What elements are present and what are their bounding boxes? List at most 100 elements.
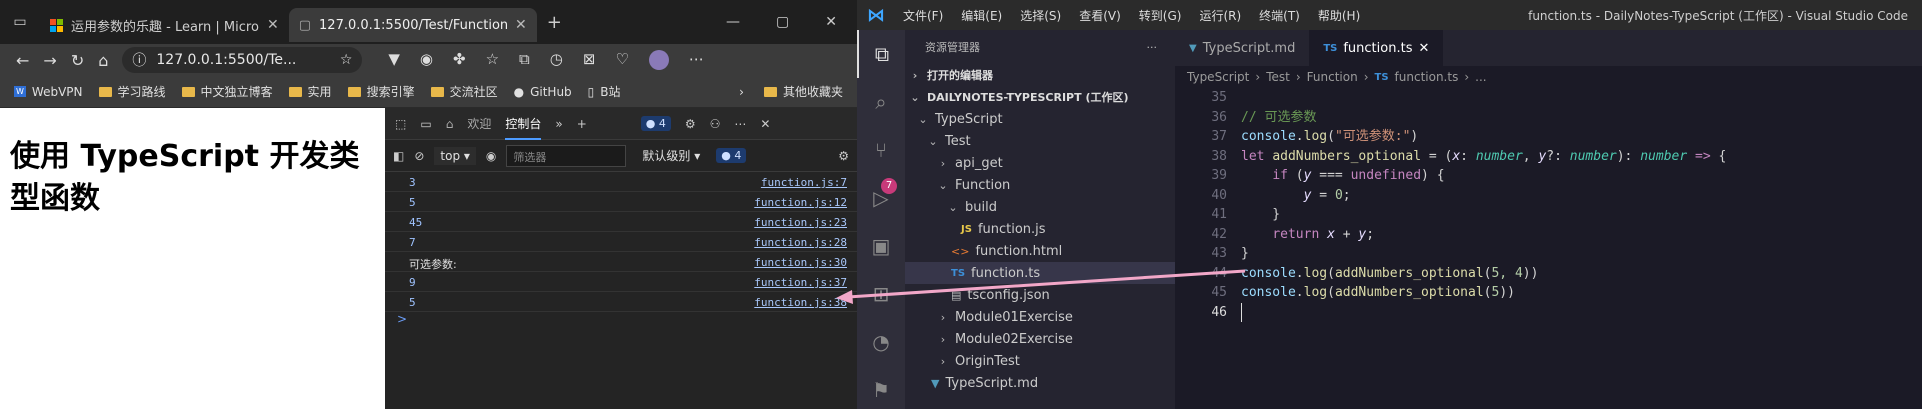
more-actions-icon[interactable]: ···: [1147, 41, 1158, 54]
menu-item[interactable]: 选择(S): [1020, 7, 1061, 24]
tree-item[interactable]: › OriginTest: [905, 350, 1175, 372]
browser-tab-active[interactable]: ▢ 127.0.0.1:5500/Test/Function/fun ✕: [288, 8, 537, 42]
tab-actions-icon[interactable]: ▭: [0, 14, 40, 30]
filter-input[interactable]: 筛选器: [506, 144, 627, 167]
breadcrumb-item[interactable]: Function: [1307, 70, 1358, 84]
tree-item[interactable]: ⌄ Test: [905, 130, 1175, 152]
favorites-icon[interactable]: ☆: [486, 50, 499, 70]
breadcrumb-item[interactable]: ...: [1475, 70, 1486, 84]
menu-item[interactable]: 终端(T): [1259, 7, 1300, 24]
log-source-link[interactable]: function.js:30: [754, 256, 847, 269]
add-tab-icon[interactable]: +: [577, 117, 587, 131]
log-source-link[interactable]: function.js:38: [754, 296, 847, 309]
tree-item[interactable]: › Module02Exercise: [905, 328, 1175, 350]
extensions-icon[interactable]: ⊞: [857, 270, 905, 318]
source-control-icon[interactable]: ⑂: [857, 126, 905, 174]
new-tab-icon[interactable]: +: [547, 12, 562, 33]
more-icon[interactable]: ⋯: [734, 117, 746, 131]
log-source-link[interactable]: function.js:28: [754, 236, 847, 249]
open-editors-section[interactable]: › 打开的编辑器: [905, 64, 1175, 86]
context-select[interactable]: top ▾: [434, 146, 476, 165]
log-source-link[interactable]: function.js:23: [754, 216, 847, 229]
puzzle-icon[interactable]: ✤: [453, 50, 466, 70]
tree-item[interactable]: JS function.js: [905, 218, 1175, 240]
bookmark-item[interactable]: 中文独立博客: [181, 83, 273, 100]
close-icon[interactable]: ✕: [267, 17, 279, 33]
menu-item[interactable]: 转到(G): [1139, 7, 1182, 24]
bookmark-item[interactable]: ● GitHub: [514, 85, 572, 99]
info-icon[interactable]: ⓘ: [132, 50, 146, 70]
avatar[interactable]: [648, 50, 669, 70]
editor-tab[interactable]: ▼ TypeScript.md: [1175, 30, 1309, 66]
connect-icon[interactable]: ⚇: [710, 117, 721, 131]
menu-item[interactable]: 运行(R): [1199, 7, 1241, 24]
tree-item[interactable]: ⌄ build: [905, 196, 1175, 218]
bookmark-item[interactable]: 搜索引擎: [347, 83, 415, 100]
level-select[interactable]: 默认级别 ▾: [636, 145, 706, 166]
device-icon[interactable]: ▭: [420, 117, 431, 131]
close-icon[interactable]: ✕: [1418, 41, 1429, 56]
menu-item[interactable]: 文件(F): [903, 7, 943, 24]
tree-item[interactable]: › Module01Exercise: [905, 306, 1175, 328]
tree-item[interactable]: › api_get: [905, 152, 1175, 174]
bookmark-item[interactable]: ▯ B站: [588, 83, 621, 100]
log-source-link[interactable]: function.js:12: [754, 196, 847, 209]
browser-tab[interactable]: 运用参数的乐趣 - Learn | Microsoft ✕: [40, 8, 289, 42]
breadcrumb-item[interactable]: function.ts: [1395, 70, 1459, 84]
log-source-link[interactable]: function.js:7: [761, 176, 847, 189]
tree-item[interactable]: <> function.html: [905, 240, 1175, 262]
add-favorite-icon[interactable]: ☆: [340, 52, 353, 68]
screenshot-icon[interactable]: ⊠: [583, 50, 596, 70]
git-graph-icon[interactable]: ◔: [857, 318, 905, 366]
editor-tab-active[interactable]: TS function.ts ✕: [1309, 30, 1444, 66]
bookmark-item[interactable]: › 其他收藏夹: [739, 83, 857, 100]
minimize-icon[interactable]: —: [726, 14, 740, 30]
close-icon[interactable]: ✕: [515, 17, 527, 33]
vue-extension-icon[interactable]: ▼: [388, 50, 400, 70]
breadcrumb-item[interactable]: TypeScript: [1187, 70, 1249, 84]
console-prompt[interactable]: >: [385, 312, 857, 326]
close-window-icon[interactable]: ✕: [825, 14, 837, 30]
bookmark-item[interactable]: 学习路线: [98, 83, 166, 100]
bookmark-item[interactable]: 交流社区: [430, 83, 498, 100]
issues-badge[interactable]: ● 4: [640, 116, 671, 131]
forward-icon[interactable]: →: [43, 51, 56, 70]
menu-item[interactable]: 帮助(H): [1318, 7, 1360, 24]
log-source-link[interactable]: function.js:37: [754, 276, 847, 289]
bookmark-item[interactable]: 实用: [288, 83, 332, 100]
tree-item[interactable]: ▤ tsconfig.json: [905, 284, 1175, 306]
refresh-icon[interactable]: ↻: [71, 51, 84, 70]
extension-icon[interactable]: ◉: [420, 50, 433, 70]
collections-icon[interactable]: ⧉: [519, 50, 530, 70]
history-icon[interactable]: ◷: [550, 50, 563, 70]
tree-item[interactable]: ⌄ Function: [905, 174, 1175, 196]
workspace-section[interactable]: ⌄ DAILYNOTES-TYPESCRIPT (工作区): [905, 86, 1175, 108]
inspect-icon[interactable]: ⬚: [395, 117, 406, 131]
sidebar-toggle-icon[interactable]: ◧: [393, 149, 404, 163]
issues-badge[interactable]: ● 4: [716, 148, 747, 163]
code-editor[interactable]: 35 36 // 可选参数 37 console. log("可选参数:") 38 le…: [1175, 88, 1922, 322]
more-tabs-icon[interactable]: »: [555, 117, 562, 131]
bookmark-icon[interactable]: ⚑: [857, 366, 905, 409]
tab-console[interactable]: 控制台: [505, 115, 542, 140]
tree-item[interactable]: ⌄ TypeScript: [905, 108, 1175, 130]
more-icon[interactable]: ⋯: [689, 50, 704, 70]
browser-essentials-icon[interactable]: ♡: [615, 50, 628, 70]
close-icon[interactable]: ✕: [760, 117, 770, 131]
search-icon[interactable]: ⌕: [857, 78, 905, 126]
console-settings-gear-icon[interactable]: ⚙: [838, 149, 857, 163]
clear-console-icon[interactable]: ⊘: [414, 149, 424, 163]
tree-item[interactable]: ▼ TypeScript.md: [905, 372, 1175, 394]
tab-welcome[interactable]: 欢迎: [467, 115, 491, 132]
menu-item[interactable]: 查看(V): [1079, 7, 1121, 24]
settings-gear-icon[interactable]: ⚙: [685, 117, 696, 131]
maximize-icon[interactable]: ▢: [776, 14, 789, 30]
menu-item[interactable]: 编辑(E): [961, 7, 1002, 24]
bookmark-item[interactable]: W WebVPN: [14, 85, 83, 99]
address-bar[interactable]: ⓘ 127.0.0.1:5500/Te... ☆: [122, 47, 363, 73]
tree-item-selected[interactable]: TS function.ts: [905, 262, 1175, 284]
eye-icon[interactable]: ◉: [486, 149, 496, 163]
remote-explorer-icon[interactable]: ▣: [857, 222, 905, 270]
breadcrumb-item[interactable]: Test: [1266, 70, 1290, 84]
chevron-right-icon[interactable]: ›: [739, 85, 744, 99]
